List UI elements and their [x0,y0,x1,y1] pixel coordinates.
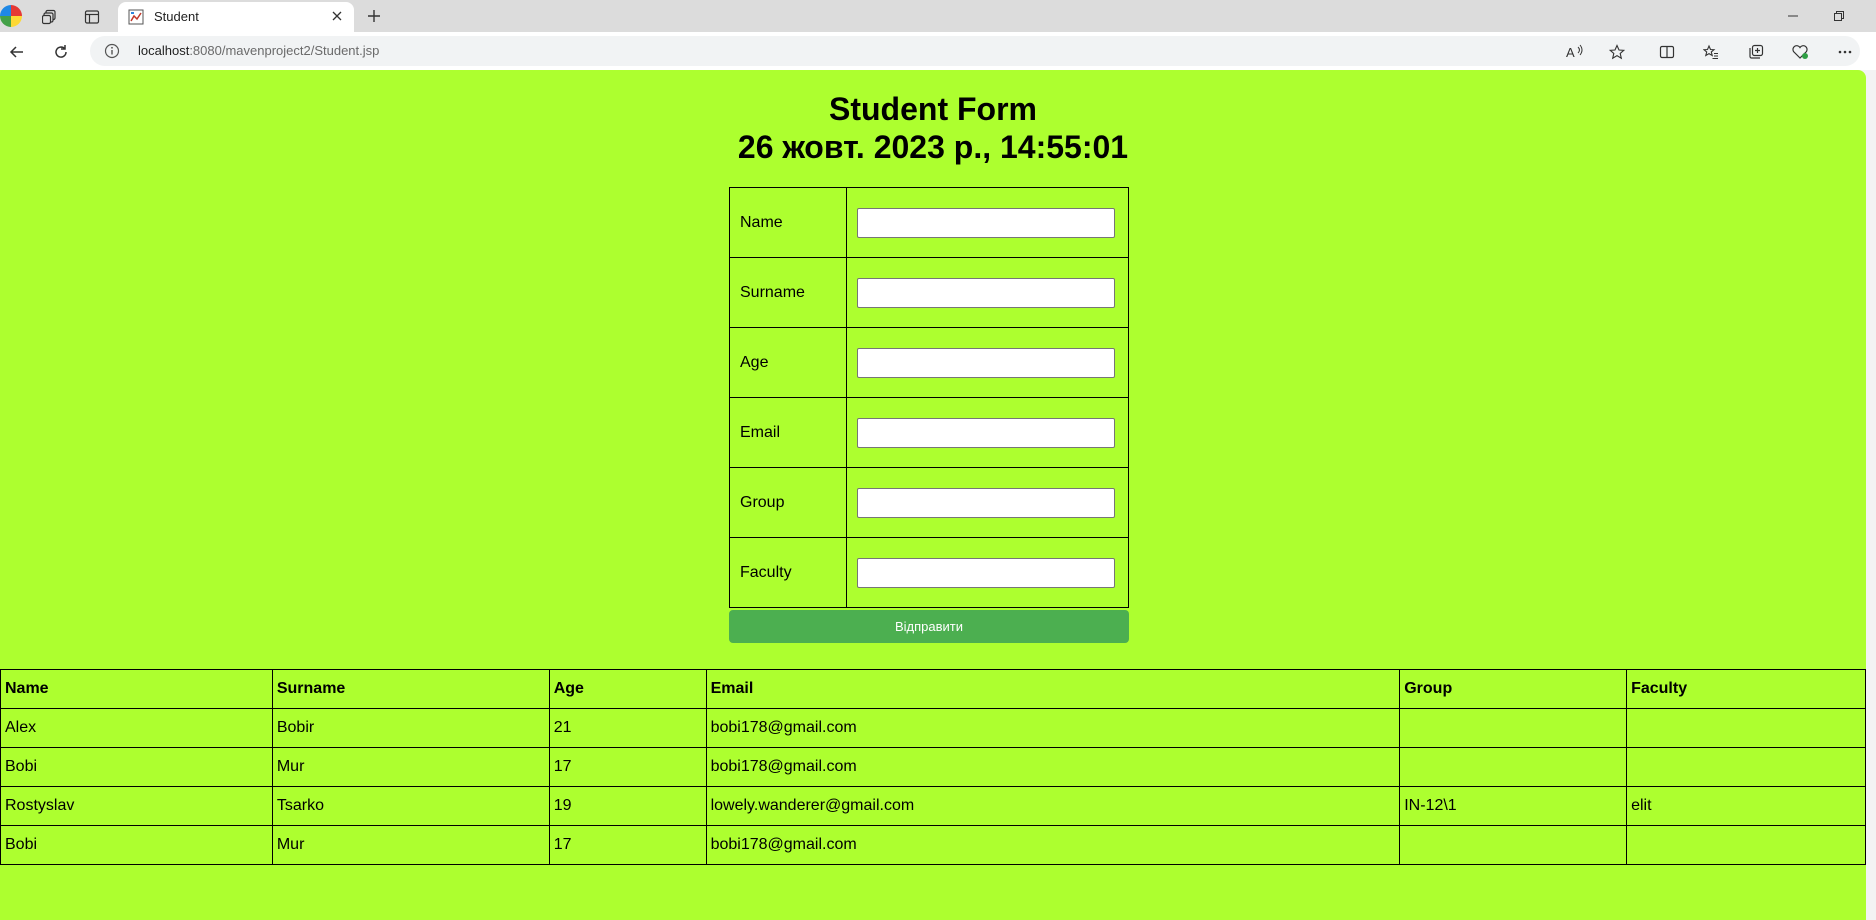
table-row: Bobi Mur 17 bobi178@gmail.com [0,825,1866,865]
table-row: Rostyslav Tsarko 19 lowely.wanderer@gmai… [0,786,1866,826]
cell-name: Alex [0,708,273,748]
header-faculty: Faculty [1626,669,1866,709]
tab-close-icon[interactable] [328,7,346,25]
page-datetime: 26 жовт. 2023 р., 14:55:01 [737,129,1129,165]
page-title: Student Form [829,91,1037,127]
faculty-label: Faculty [729,537,847,608]
header-group: Group [1399,669,1628,709]
workspaces-icon[interactable] [38,5,62,29]
cell-faculty [1626,825,1866,865]
cell-group [1399,747,1628,787]
header-email: Email [705,669,1401,709]
minimize-window-icon[interactable] [1770,0,1816,32]
cell-email: bobi178@gmail.com [705,747,1401,787]
reload-icon[interactable] [48,39,74,65]
cell-email: bobi178@gmail.com [705,708,1401,748]
age-label: Age [729,327,847,398]
favorites-icon[interactable] [1698,39,1724,65]
browser-essentials-icon[interactable] [1787,39,1813,65]
cell-email: bobi178@gmail.com [705,825,1401,865]
cell-name: Bobi [0,825,273,865]
header-surname: Surname [271,669,550,709]
name-input-cell [846,187,1129,258]
cell-age: 21 [548,708,707,748]
svg-text:A: A [1566,45,1575,60]
table-header-row: Name Surname Age Email Group Faculty [0,669,1866,709]
browser-tab-active[interactable]: Student [118,2,354,32]
favorite-star-icon[interactable] [1604,39,1630,65]
surname-input[interactable] [857,277,1115,308]
page-viewport: Student Form 26 жовт. 2023 р., 14:55:01 … [0,70,1866,920]
more-icon[interactable] [1832,39,1858,65]
url-path: :8080/mavenproject2/Student.jsp [189,43,380,58]
cell-name: Bobi [0,747,273,787]
email-label: Email [729,397,847,468]
tab-title: Student [154,9,199,24]
name-label: Name [729,187,847,258]
submit-button[interactable]: Відправити [729,610,1129,643]
surname-input-cell [846,257,1129,328]
faculty-input[interactable] [857,557,1115,588]
split-screen-icon[interactable] [1654,39,1680,65]
cell-group [1399,708,1628,748]
url-text[interactable]: localhost:8080/mavenproject2/Student.jsp [138,43,379,58]
faculty-input-cell [846,537,1129,608]
cell-name: Rostyslav [0,786,273,826]
back-arrow-icon[interactable] [4,39,30,65]
page-favicon-icon [128,9,144,25]
cell-group [1399,825,1628,865]
cell-email: lowely.wanderer@gmail.com [705,786,1401,826]
cell-faculty [1626,747,1866,787]
table-row: Bobi Mur 17 bobi178@gmail.com [0,747,1866,787]
group-input[interactable] [857,487,1115,518]
cell-faculty [1626,708,1866,748]
read-aloud-icon[interactable]: A [1562,39,1588,65]
form-row-email: Email [729,397,1129,468]
cell-group: IN-12\1 [1399,786,1628,826]
collections-icon[interactable] [1743,39,1769,65]
cell-age: 17 [548,825,707,865]
header-age: Age [548,669,707,709]
age-input-cell [846,327,1129,398]
vertical-tabs-icon[interactable] [80,5,104,29]
group-label: Group [729,467,847,538]
form-row-faculty: Faculty [729,537,1129,608]
cell-faculty: elit [1626,786,1866,826]
url-field[interactable]: localhost:8080/mavenproject2/Student.jsp [90,36,1860,66]
cell-surname: Mur [271,747,550,787]
students-table: Name Surname Age Email Group Faculty Ale… [0,669,1866,865]
cell-age: 19 [548,786,707,826]
profile-avatar-icon[interactable] [0,5,22,27]
surname-label: Surname [729,257,847,328]
table-row: Alex Bobir 21 bobi178@gmail.com [0,708,1866,748]
email-input[interactable] [857,417,1115,448]
email-input-cell [846,397,1129,468]
restore-window-icon[interactable] [1816,0,1862,32]
form-row-age: Age [729,327,1129,398]
age-input[interactable] [857,347,1115,378]
cell-surname: Tsarko [271,786,550,826]
browser-tab-bar: Student [0,0,1876,32]
form-row-group: Group [729,467,1129,538]
cell-age: 17 [548,747,707,787]
form-row-name: Name [729,187,1129,258]
form-row-surname: Surname [729,257,1129,328]
new-tab-plus-icon[interactable] [362,4,386,28]
cell-surname: Mur [271,825,550,865]
form-table: Name Surname Age Email Group Faculty [729,187,1129,608]
header-name: Name [0,669,273,709]
browser-address-bar: localhost:8080/mavenproject2/Student.jsp… [0,32,1876,70]
name-input[interactable] [857,207,1115,238]
url-host: localhost [138,43,190,58]
group-input-cell [846,467,1129,538]
site-info-icon[interactable] [104,43,120,59]
student-form: Name Surname Age Email Group Faculty Від… [729,187,1129,643]
cell-surname: Bobir [271,708,550,748]
